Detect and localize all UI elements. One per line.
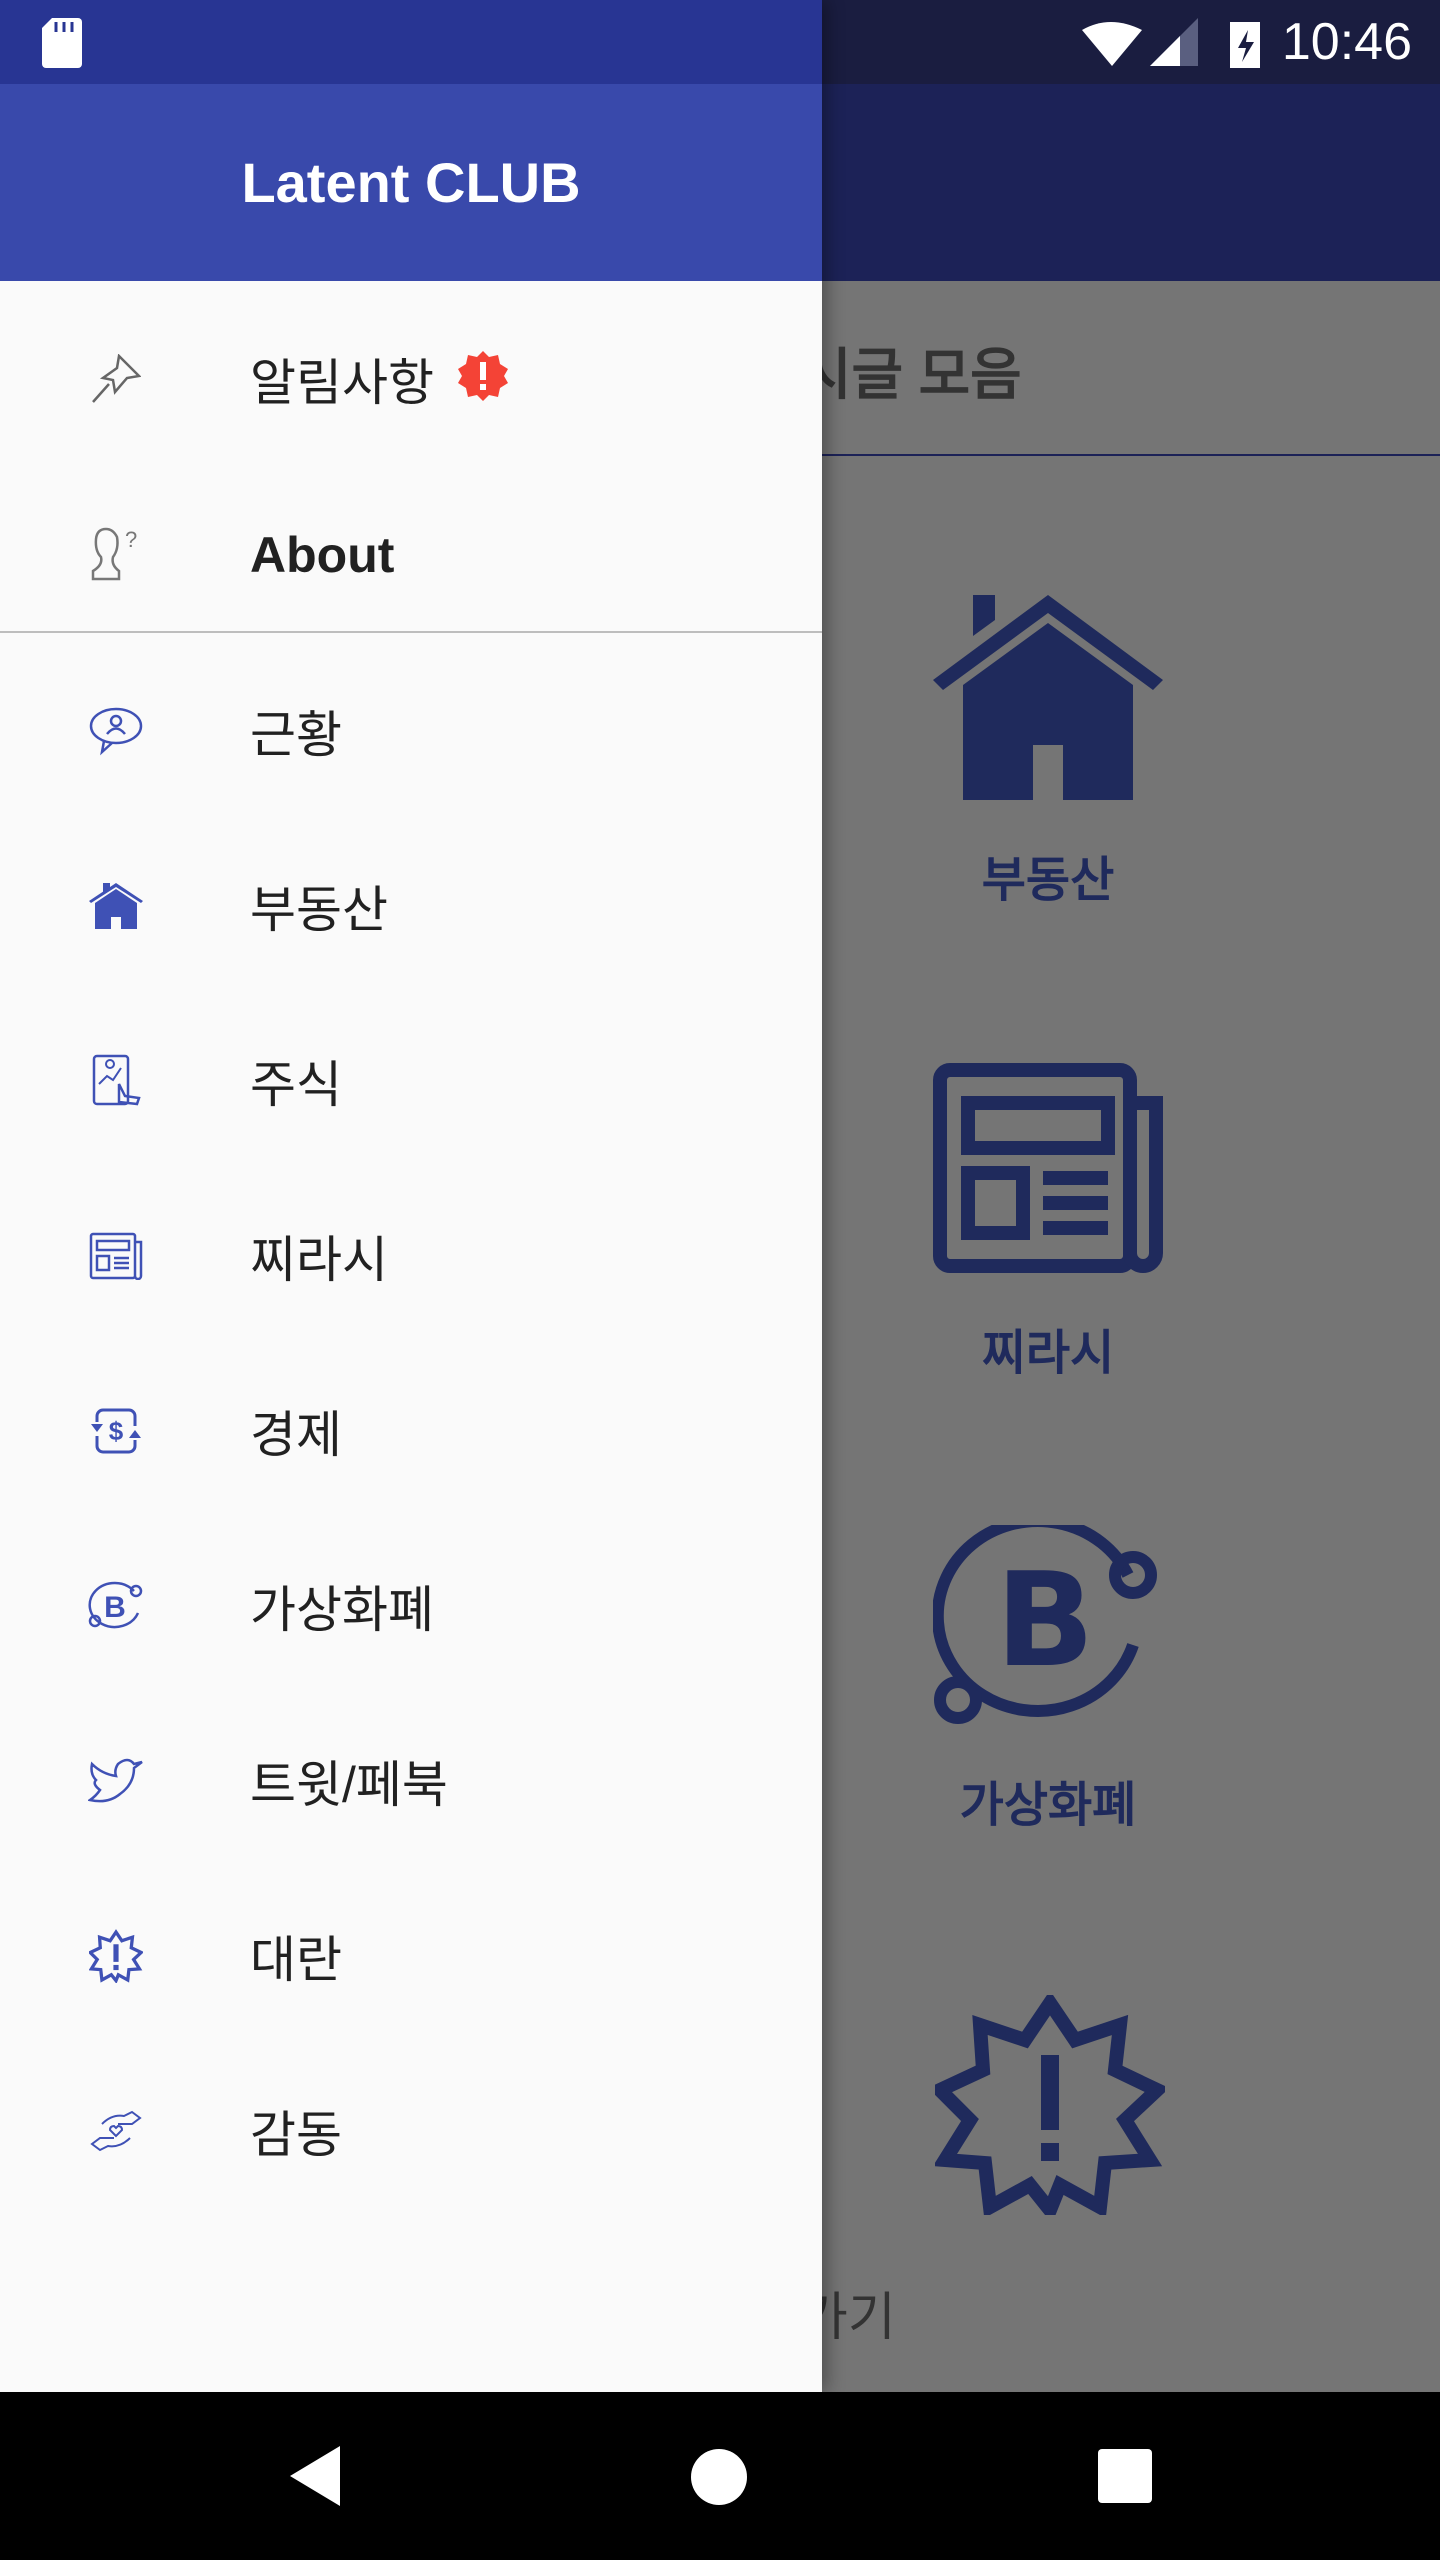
drawer-item-rumors[interactable]: 찌라시 [0,1168,822,1343]
drawer-status-bar [0,0,822,84]
svg-text:?: ? [125,527,137,552]
back-icon[interactable] [290,2446,340,2506]
navigation-drawer: Latent CLUB 알림사항 ? About 근황 부동산 주식 찌라시 $… [0,0,822,2392]
drawer-item-label: 근황 [250,706,342,763]
dollar-exchange-icon: $ [86,1401,146,1461]
drawer-item-news[interactable]: 근황 [0,643,822,818]
house-icon [933,595,1163,800]
drawer-header: Latent CLUB [0,84,822,281]
drawer-item-economy[interactable]: $ 경제 [0,1343,822,1518]
home-icon[interactable] [690,2448,748,2506]
drawer-item-stocks[interactable]: 주식 [0,993,822,1168]
category-rumors[interactable]: 찌라시 [898,1063,1198,1383]
drawer-item-social[interactable]: 트윗/페북 [0,1693,822,1868]
newspaper-icon [933,1063,1163,1273]
drawer-item-notice[interactable]: 알림사항 [0,291,822,466]
drawer-item-about[interactable]: ? About [0,467,822,642]
category-real-estate[interactable]: 부동산 [898,595,1198,910]
stock-tablet-icon [86,1051,146,1111]
drawer-item-label: 부동산 [250,881,388,938]
svg-text:$: $ [109,1416,124,1446]
content-title: 시글 모음 [800,343,1022,406]
svg-text:B: B [995,1544,1094,1696]
drawer-item-crypto[interactable]: B 가상화폐 [0,1518,822,1693]
drawer-item-label: 트윗/페북 [250,1756,448,1813]
category-label: 부동산 [981,854,1115,907]
drawer-divider [0,631,822,633]
divider [822,454,1440,456]
drawer-item-label: 알림사항 [250,354,434,411]
drawer-item-label: About [250,526,395,583]
drawer-item-frenzy[interactable]: 대란 [0,1868,822,2043]
alert-burst-icon [86,1926,146,1986]
drawer-item-label: 주식 [250,1056,342,1113]
sd-card-icon [42,18,82,68]
person-question-icon: ? [86,525,146,585]
drawer-item-label: 찌라시 [250,1231,388,1288]
drawer-item-label: 대란 [250,1931,342,1988]
bitcoin-icon: B [933,1525,1157,1724]
chat-person-icon [86,701,146,761]
system-nav-bar [0,2392,1440,2560]
hands-heart-icon [86,2101,146,2161]
alert-burst-icon [935,1995,1165,2215]
twitter-icon [86,1751,146,1811]
drawer-item-real-estate[interactable]: 부동산 [0,818,822,993]
alert-badge-icon [458,351,508,406]
house-icon [86,876,146,936]
newspaper-icon [86,1226,146,1286]
drawer-item-label: 감동 [250,2106,342,2163]
status-icons [1082,18,1260,68]
recents-icon[interactable] [1098,2449,1152,2503]
app-title: Latent CLUB [241,151,581,214]
category-label: 가상화폐 [959,1779,1137,1832]
wifi-icon [1082,22,1142,66]
drawer-item-label: 경제 [250,1406,342,1463]
status-time: 10:46 [1281,13,1412,71]
drawer-item-label: 가상화폐 [250,1581,434,1638]
bitcoin-icon: B [86,1576,146,1636]
drawer-item-touching[interactable]: 감동 [0,2043,822,2218]
category-label: 찌라시 [981,1327,1115,1380]
pin-icon [86,349,146,409]
svg-text:B: B [104,1591,126,1624]
category-crypto[interactable]: B 가상화폐 [898,1525,1198,1835]
